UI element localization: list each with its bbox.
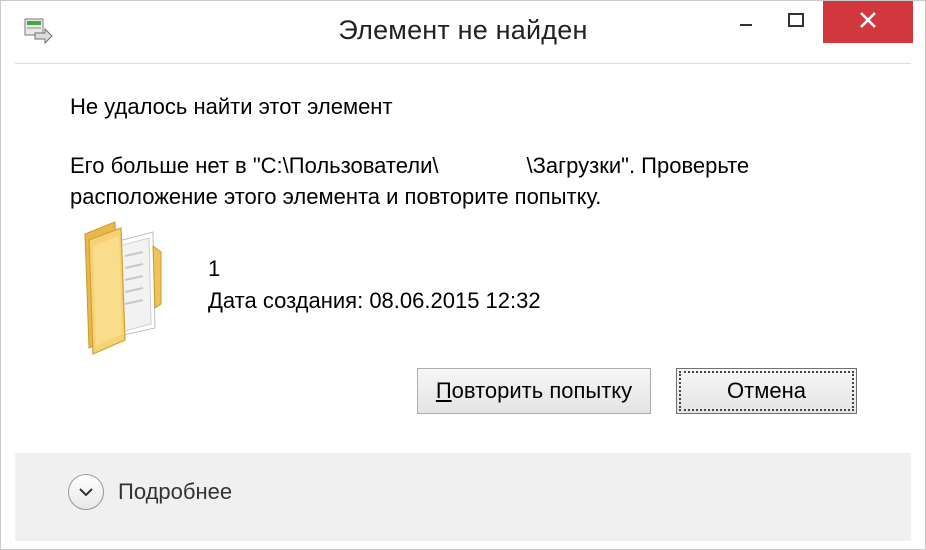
message-line-2: расположение этого элемента и повторите … [70, 184, 602, 209]
dialog-content: Не удалось найти этот элемент Его больше… [15, 63, 911, 453]
message-path-start: Его больше нет в "C:\Пользователи\ [70, 153, 439, 178]
minimize-icon [739, 13, 753, 32]
chevron-down-icon[interactable] [68, 474, 104, 510]
error-message: Его больше нет в "C:\Пользователи\ \Загру… [70, 150, 850, 212]
item-name: 1 [208, 256, 221, 281]
maximize-button[interactable] [773, 1, 819, 43]
message-line-1: Его больше нет в "C:\Пользователи\ \Загру… [70, 150, 850, 181]
details-label[interactable]: Подробнее [118, 479, 232, 505]
retry-button[interactable]: Повторить попытку [417, 368, 651, 414]
title-bar[interactable]: Элемент не найден [1, 1, 925, 63]
dialog-window: Элемент не найден Не удалось найти этот … [0, 0, 926, 550]
minimize-button[interactable] [723, 1, 769, 43]
close-button[interactable] [823, 1, 913, 43]
retry-label: овторить попытку [451, 378, 633, 403]
error-headline: Не удалось найти этот элемент [70, 94, 393, 119]
maximize-icon [788, 12, 804, 32]
cancel-button[interactable]: Отмена [676, 368, 857, 414]
details-toggle[interactable]: Подробнее [68, 474, 232, 510]
message-path-end: \Загрузки". Проверьте [526, 153, 750, 178]
close-icon [859, 11, 877, 34]
folder-icon [75, 216, 175, 356]
item-created-date: Дата создания: 08.06.2015 12:32 [208, 288, 541, 313]
retry-accelerator: П [435, 378, 452, 403]
dialog-footer: Подробнее [15, 453, 911, 541]
